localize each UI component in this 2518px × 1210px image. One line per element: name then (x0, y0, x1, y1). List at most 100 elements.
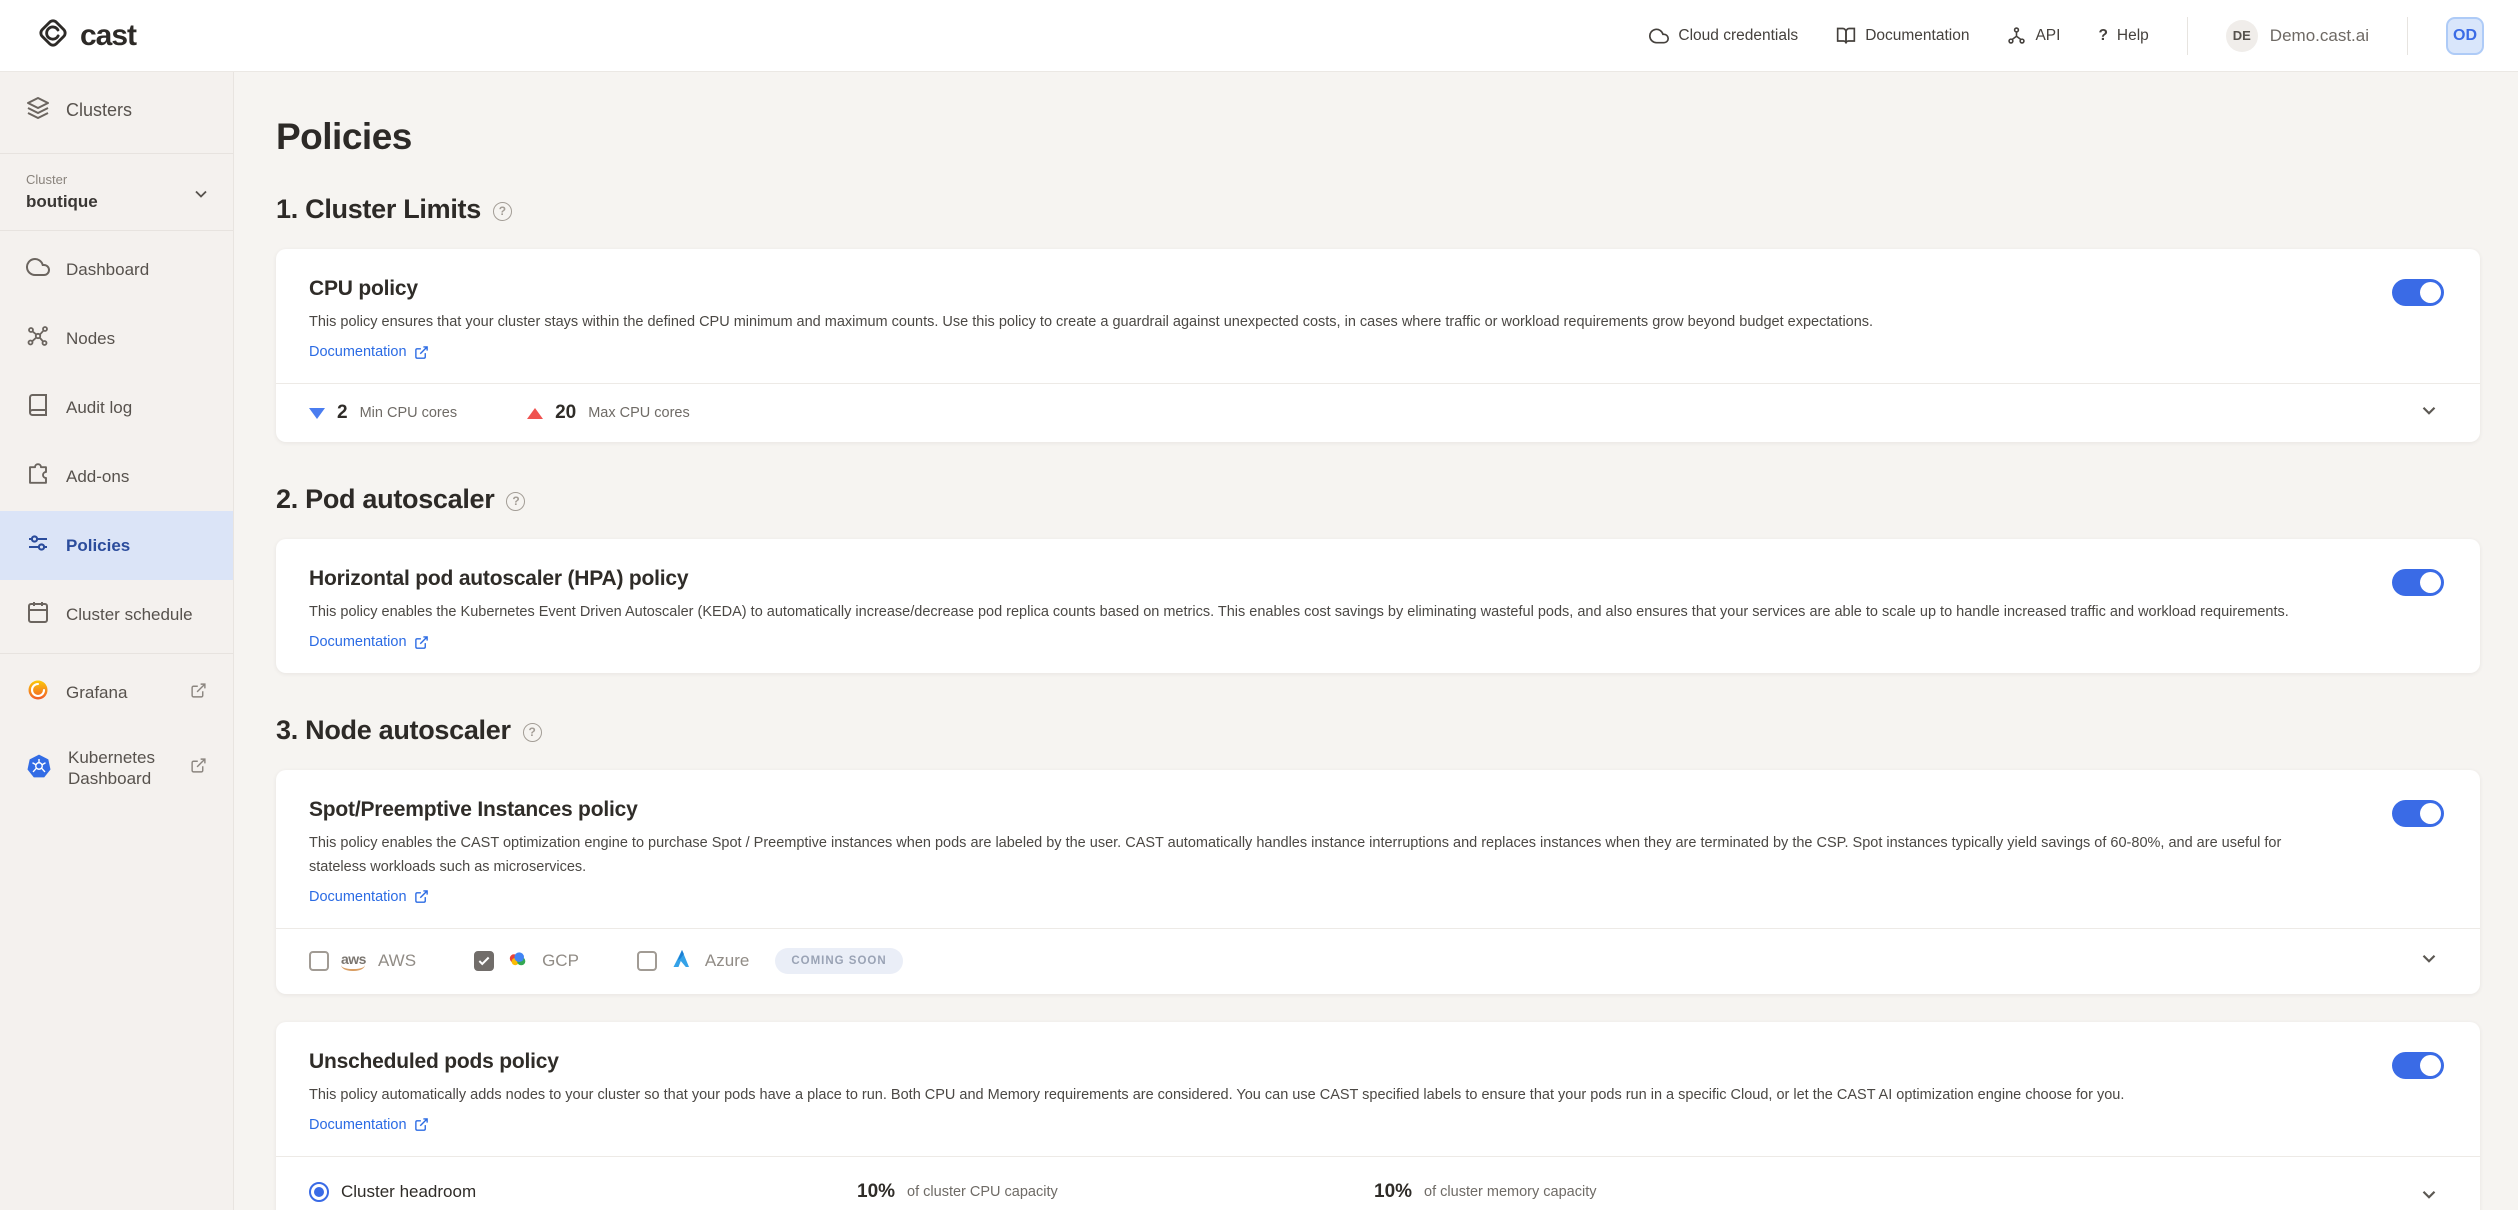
spot-expand-chevron-icon[interactable] (2418, 948, 2440, 975)
documentation-label: Documentation (1865, 27, 1969, 45)
layers-icon (26, 96, 50, 125)
aws-label: AWS (378, 951, 416, 971)
header-divider (2187, 17, 2188, 55)
cpu-expand-chevron-icon[interactable] (2418, 400, 2440, 427)
sidebar-item-add-ons[interactable]: Add-ons (0, 442, 233, 511)
unscheduled-expand-chevron-icon[interactable] (2418, 1183, 2440, 1210)
external-link-icon (190, 757, 207, 779)
unscheduled-documentation-label: Documentation (309, 1117, 407, 1133)
brand-name: cast (80, 19, 136, 53)
grafana-icon (26, 678, 50, 707)
sidebar-kubernetes-label: Kubernetes Dashboard (68, 747, 174, 790)
org-switcher[interactable]: DE Demo.cast.ai (2226, 20, 2369, 52)
section-pod-autoscaler-title: 2. Pod autoscaler (276, 484, 494, 515)
sidebar-divider (0, 153, 233, 154)
help-button[interactable]: ? Help (2098, 27, 2148, 45)
unscheduled-policy-toggle[interactable] (2392, 1052, 2444, 1079)
cpu-policy-toggle[interactable] (2392, 279, 2444, 306)
azure-label: Azure (705, 951, 749, 971)
external-link-icon (414, 1117, 429, 1132)
min-cpu-label: Min CPU cores (360, 405, 458, 421)
azure-checkbox[interactable] (637, 951, 657, 971)
cpu-documentation-label: Documentation (309, 344, 407, 360)
external-link-icon (190, 682, 207, 704)
sidebar-divider-3 (0, 653, 233, 654)
api-button[interactable]: API (2007, 26, 2060, 45)
sidebar-item-grafana[interactable]: Grafana (0, 658, 233, 727)
org-name: Demo.cast.ai (2270, 26, 2369, 46)
cluster-selector-label: Cluster (26, 172, 207, 187)
aws-checkbox[interactable] (309, 951, 329, 971)
puzzle-icon (26, 462, 50, 491)
cloud-credentials-button[interactable]: Cloud credentials (1649, 26, 1798, 46)
kubernetes-icon (26, 753, 52, 784)
hpa-policy-card: Horizontal pod autoscaler (HPA) policy T… (276, 539, 2480, 673)
unscheduled-documentation-link[interactable]: Documentation (309, 1117, 429, 1133)
chevron-down-icon (191, 184, 211, 209)
cast-logo[interactable]: cast (34, 14, 136, 57)
aws-logo-icon: aws (341, 952, 366, 971)
cloud-icon (1649, 26, 1669, 46)
cluster-headroom-label: Cluster headroom (341, 1182, 476, 1202)
min-triangle-icon (309, 408, 325, 419)
sidebar-item-policies[interactable]: Policies (0, 511, 233, 580)
provider-aws: aws AWS (309, 951, 416, 971)
sidebar-item-dashboard[interactable]: Dashboard (0, 235, 233, 304)
sidebar-item-clusters[interactable]: Clusters (0, 72, 233, 149)
cpu-policy-title: CPU policy (309, 277, 2332, 301)
cluster-selector-value: boutique (26, 192, 207, 212)
provider-gcp: GCP (474, 947, 579, 976)
sidebar-nodes-label: Nodes (66, 329, 115, 349)
cloud-credentials-label: Cloud credentials (1678, 27, 1798, 45)
section-node-autoscaler-title: 3. Node autoscaler (276, 715, 511, 746)
cpu-policy-description: This policy ensures that your cluster st… (309, 311, 2332, 334)
help-circle-icon[interactable]: ? (523, 723, 542, 742)
cluster-selector[interactable]: Cluster boutique (0, 158, 233, 226)
page-title: Policies (276, 116, 2480, 158)
cpu-policy-card: CPU policy This policy ensures that your… (276, 249, 2480, 442)
sidebar-divider-2 (0, 230, 233, 231)
sliders-icon (26, 531, 50, 560)
help-label: Help (2117, 27, 2149, 45)
spot-documentation-link[interactable]: Documentation (309, 889, 429, 905)
cpu-documentation-link[interactable]: Documentation (309, 344, 429, 360)
sidebar-dashboard-label: Dashboard (66, 260, 149, 280)
hpa-policy-title: Horizontal pod autoscaler (HPA) policy (309, 567, 2332, 591)
calendar-icon (26, 600, 50, 629)
headroom-memory-unit: of cluster memory capacity (1424, 1184, 1596, 1200)
sidebar: Clusters Cluster boutique Dashboard Node… (0, 72, 234, 1210)
spot-documentation-label: Documentation (309, 889, 407, 905)
cluster-headroom-radio[interactable] (309, 1182, 329, 1202)
help-circle-icon[interactable]: ? (506, 492, 525, 511)
sidebar-item-cluster-schedule[interactable]: Cluster schedule (0, 580, 233, 649)
help-circle-icon[interactable]: ? (493, 202, 512, 221)
hpa-policy-toggle[interactable] (2392, 569, 2444, 596)
min-cpu-value: 2 (337, 402, 348, 424)
headroom-cpu-unit: of cluster CPU capacity (907, 1184, 1058, 1200)
cast-logo-icon (34, 14, 72, 57)
sidebar-item-kubernetes-dashboard[interactable]: Kubernetes Dashboard (0, 727, 233, 810)
spot-policy-toggle[interactable] (2392, 800, 2444, 827)
user-avatar[interactable]: OD (2446, 17, 2484, 55)
sidebar-add-ons-label: Add-ons (66, 467, 129, 487)
question-icon: ? (2098, 27, 2107, 45)
gcp-checkbox[interactable] (474, 951, 494, 971)
provider-azure: Azure COMING SOON (637, 947, 903, 976)
unscheduled-policy-title: Unscheduled pods policy (309, 1050, 2332, 1074)
documentation-button[interactable]: Documentation (1836, 26, 1969, 46)
sidebar-item-nodes[interactable]: Nodes (0, 304, 233, 373)
sidebar-item-audit-log[interactable]: Audit log (0, 373, 233, 442)
notebook-icon (26, 393, 50, 422)
external-link-icon (414, 635, 429, 650)
main-content: Policies 1. Cluster Limits ? CPU policy … (234, 72, 2518, 1210)
hpa-documentation-link[interactable]: Documentation (309, 634, 429, 650)
api-label: API (2035, 27, 2060, 45)
nodes-icon (26, 324, 50, 353)
book-icon (1836, 26, 1856, 46)
top-header: cast Cloud credentials Documentation API… (0, 0, 2518, 72)
unscheduled-policy-description: This policy automatically adds nodes to … (309, 1084, 2332, 1107)
max-cpu-label: Max CPU cores (588, 405, 690, 421)
hpa-documentation-label: Documentation (309, 634, 407, 650)
gcp-logo-icon (506, 947, 530, 976)
sidebar-clusters-label: Clusters (66, 100, 132, 121)
